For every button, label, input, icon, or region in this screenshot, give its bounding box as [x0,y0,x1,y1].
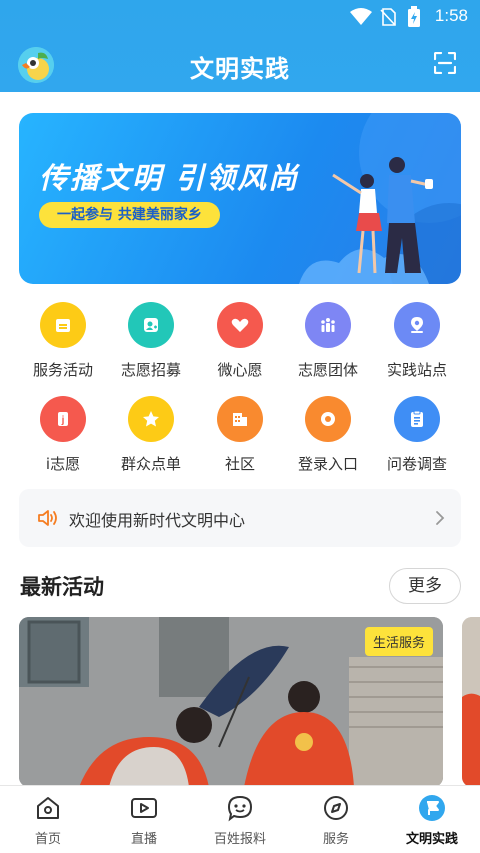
volunteer-icon: j [40,396,86,442]
calendar-icon [40,302,86,348]
status-bar: 1:58 [0,0,480,34]
category-tag: 生活服务 [364,627,433,656]
home-icon [37,797,59,819]
building-icon [217,396,263,442]
activity-card-next[interactable] [462,617,480,787]
location-icon [394,302,440,348]
nav-item-report[interactable]: 百姓报料 [192,786,288,853]
chat-icon [227,795,253,822]
battery-charging-icon [408,6,420,27]
bottom-nav: 首页 直播 百姓报料 服务 文明实践 [0,785,480,853]
grid-item-label: 志愿团体 [297,361,358,379]
grid-item-label: 群众点单 [120,455,181,473]
grid-item-label: 登录入口 [297,455,358,473]
section-title: 最新活动 [20,575,104,599]
chevron-right-icon [436,511,445,525]
speaker-icon [38,510,57,526]
grid-item-public-order[interactable]: 群众点单 [107,396,195,474]
grid-item-label: 微心愿 [217,361,263,379]
login-icon [305,396,351,442]
notice-bar[interactable]: 欢迎使用新时代文明中心 [19,489,461,547]
nav-label: 百姓报料 [213,832,266,847]
grid-item-label: 志愿招募 [120,361,181,379]
grid-item-i-volunteer[interactable]: j i志愿 [19,396,107,474]
nav-item-civilization-practice[interactable]: 文明实践 [384,786,480,853]
grid-item-volunteer-recruit[interactable]: 志愿招募 [107,302,195,380]
activity-photo-next [462,617,480,787]
grid-item-volunteer-group[interactable]: 志愿团体 [284,302,372,380]
grid-item-label: 社区 [224,455,255,473]
grid-item-micro-wish[interactable]: 微心愿 [196,302,284,380]
video-icon [131,798,157,818]
nav-item-service[interactable]: 服务 [288,786,384,853]
grid-item-label: 问卷调查 [386,455,447,473]
nav-label: 文明实践 [405,832,458,847]
title-bar: 文明实践 [0,34,480,92]
svg-text:j: j [61,415,65,426]
nav-label: 服务 [322,832,349,847]
notice-text: 欢迎使用新时代文明中心 [69,511,246,530]
nav-label: 直播 [130,832,157,847]
promo-banner[interactable]: 传播文明 引领风尚 一起参与 共建美丽家乡 [19,113,461,284]
user-add-icon [128,302,174,348]
compass-icon [324,796,348,820]
status-time: 1:58 [434,6,468,25]
grid-item-service-activity[interactable]: 服务活动 [19,302,107,380]
grid-item-practice-site[interactable]: 实践站点 [373,302,461,380]
nav-item-home[interactable]: 首页 [0,786,96,853]
scan-icon[interactable] [434,52,456,74]
grid-item-login-entry[interactable]: 登录入口 [284,396,372,474]
grid-item-community[interactable]: 社区 [196,396,284,474]
no-sim-icon [380,8,396,26]
banner-tagline: 一起参与 共建美丽家乡 [39,202,220,228]
star-icon [128,396,174,442]
page-title: 文明实践 [190,55,290,83]
grid-item-survey[interactable]: 问卷调查 [373,396,461,474]
more-button[interactable]: 更多 [389,568,461,604]
grid-item-label: i志愿 [45,455,81,473]
nav-item-live[interactable]: 直播 [96,786,192,853]
activity-card[interactable]: 生活服务 [19,617,443,787]
wifi-icon [350,8,372,25]
nav-label: 首页 [34,832,61,847]
heart-icon [217,302,263,348]
banner-headline: 传播文明 引领风尚 [39,161,300,195]
clipboard-icon [394,396,440,442]
grid-item-label: 实践站点 [386,361,447,379]
flag-icon [419,795,445,821]
group-icon [305,302,351,348]
app-header: 1:58 文明实践 [0,0,480,92]
grid-item-label: 服务活动 [32,361,93,379]
banner-illustration [299,113,461,284]
